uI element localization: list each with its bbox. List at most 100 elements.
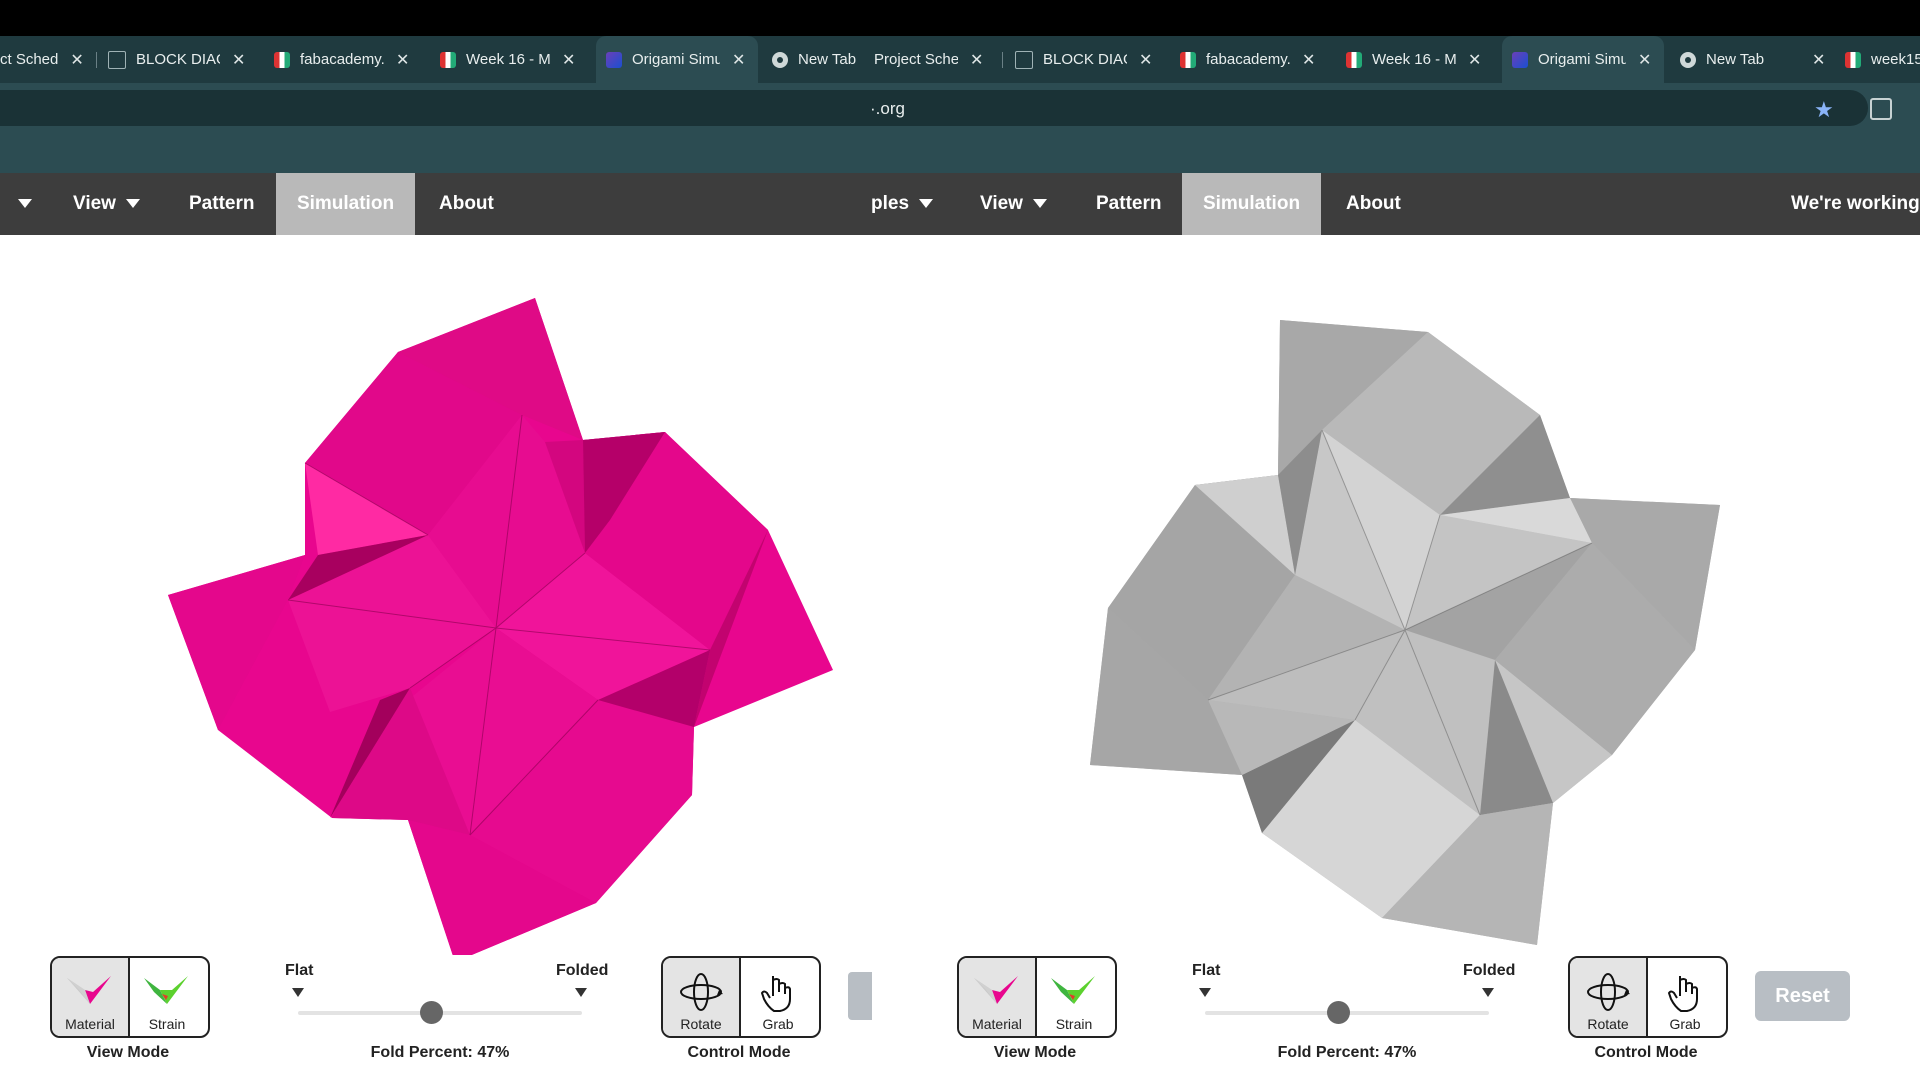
tab-block-diagram[interactable]: BLOCK DIAGI ✕: [1015, 36, 1155, 83]
flat-label[interactable]: Flat: [285, 962, 313, 980]
close-icon[interactable]: ✕: [70, 50, 83, 70]
menu-about[interactable]: About: [1346, 173, 1401, 235]
origami-viewport[interactable]: [0, 235, 1920, 955]
tab-week16[interactable]: Week 16 - Mi ✕: [440, 36, 582, 83]
tab-title: Project Schec: [874, 51, 958, 68]
material-icon: [67, 976, 111, 1004]
strain-button[interactable]: Strain: [128, 958, 204, 1036]
close-icon[interactable]: ✕: [1139, 50, 1152, 70]
tab-week16[interactable]: Week 16 - Mi ✕: [1346, 36, 1488, 83]
menu-label: View: [73, 193, 116, 214]
close-icon[interactable]: ✕: [562, 50, 575, 70]
menu-label: ples: [871, 193, 910, 214]
close-icon[interactable]: ✕: [732, 50, 745, 70]
menu-examples-dropdown[interactable]: [8, 173, 32, 235]
chrome-icon: [772, 51, 788, 68]
tab-block-diagram[interactable]: BLOCK DIAGI ✕: [108, 36, 250, 83]
menu-view[interactable]: View: [73, 173, 140, 235]
strain-icon: [144, 976, 188, 1004]
chrome-icon: [1680, 51, 1696, 68]
tab-new-tab[interactable]: New Tab ✕: [1680, 36, 1832, 83]
tab-project-schedule[interactable]: Project Schec ✕: [874, 36, 986, 83]
close-icon[interactable]: ✕: [1812, 50, 1825, 70]
view-mode-group: Material Strain: [957, 956, 1117, 1038]
tab-new-tab[interactable]: New Tab: [772, 36, 880, 83]
origami-model-pink[interactable]: [168, 298, 833, 955]
tab-title: ct Sched: [0, 51, 59, 68]
tab-title: New Tab: [1706, 51, 1765, 68]
folded-label[interactable]: Folded: [1463, 962, 1515, 980]
bookmark-star-icon[interactable]: ★: [1814, 97, 1834, 123]
grab-button[interactable]: Grab: [739, 958, 815, 1036]
menu-simulation[interactable]: Simulation: [1182, 173, 1321, 235]
bookmark-bar: [0, 129, 1920, 173]
grab-button[interactable]: Grab: [1646, 958, 1722, 1036]
rotate-button[interactable]: Rotate: [1570, 958, 1646, 1036]
fold-percent-text: Fold Percent: 47%: [1277, 1044, 1417, 1061]
menu-working-notice[interactable]: We're working: [1791, 173, 1920, 235]
rotate-label: Rotate: [680, 1016, 722, 1032]
folded-label[interactable]: Folded: [556, 962, 608, 980]
tab-origami-simulator[interactable]: Origami Simu ✕: [596, 36, 758, 83]
close-icon[interactable]: ✕: [970, 50, 983, 70]
reset-button-partial[interactable]: [848, 972, 872, 1020]
tab-title: Origami Simu: [1538, 51, 1626, 68]
fabacademy-icon: [274, 51, 290, 68]
view-mode-caption: View Mode: [993, 1044, 1077, 1061]
tab-title: fabacademy.c: [300, 51, 384, 68]
flat-arrow-icon[interactable]: [1199, 988, 1211, 997]
chevron-down-icon: [1032, 199, 1047, 209]
rotate-button[interactable]: Rotate: [663, 958, 739, 1036]
tab-fabacademy[interactable]: fabacademy.c ✕: [1180, 36, 1322, 83]
screen-top-bar: [0, 0, 1920, 36]
strain-icon: [1051, 976, 1095, 1004]
view-mode-group: Material Strain: [50, 956, 210, 1038]
tab-title: Week 16 - Mi: [1372, 51, 1456, 68]
origami-icon: [1512, 51, 1528, 68]
diagram-icon: [1015, 50, 1033, 69]
menu-label: View: [980, 193, 1023, 214]
hand-icon: [1667, 976, 1698, 1012]
extensions-icon[interactable]: [1870, 98, 1892, 120]
material-button[interactable]: Material: [959, 958, 1035, 1036]
fold-percent-text: Fold Percent: 47%: [370, 1044, 510, 1061]
close-icon[interactable]: ✕: [396, 50, 409, 70]
menu-about[interactable]: About: [439, 173, 494, 235]
close-icon[interactable]: ✕: [1302, 50, 1315, 70]
reset-button[interactable]: Reset: [1755, 971, 1850, 1021]
menu-pattern[interactable]: Pattern: [1096, 173, 1161, 235]
flat-label[interactable]: Flat: [1192, 962, 1220, 980]
tab-week15[interactable]: week15: [1845, 36, 1920, 83]
grab-label: Grab: [1669, 1016, 1701, 1032]
rotate-icon: [680, 973, 723, 1011]
tab-separator: [96, 52, 97, 68]
menu-examples[interactable]: ples: [871, 173, 934, 235]
close-icon[interactable]: ✕: [232, 50, 245, 70]
menu-view[interactable]: View: [980, 173, 1047, 235]
strain-button[interactable]: Strain: [1035, 958, 1111, 1036]
close-icon[interactable]: ✕: [1468, 50, 1481, 70]
fabacademy-icon: [1346, 51, 1362, 68]
fold-slider-handle[interactable]: [420, 1001, 444, 1024]
tab-title: Week 16 - Mi: [466, 51, 550, 68]
tab-fabacademy[interactable]: fabacademy.c ✕: [274, 36, 416, 83]
folded-arrow-icon[interactable]: [1482, 988, 1494, 997]
folded-arrow-icon[interactable]: [575, 988, 587, 997]
tab-title: fabacademy.c: [1206, 51, 1290, 68]
address-bar[interactable]: [0, 90, 1868, 126]
control-mode-group: Rotate Grab: [1568, 956, 1728, 1038]
fold-slider-handle[interactable]: [1327, 1001, 1351, 1024]
strain-label: Strain: [148, 1016, 186, 1032]
material-button[interactable]: Material: [52, 958, 128, 1036]
hand-icon: [760, 976, 791, 1012]
origami-model-gray[interactable]: [1090, 320, 1720, 945]
menu-simulation[interactable]: Simulation: [276, 173, 415, 235]
chevron-down-icon: [125, 199, 140, 209]
close-icon[interactable]: ✕: [1638, 50, 1651, 70]
tab-origami-simulator[interactable]: Origami Simu ✕: [1502, 36, 1664, 83]
menu-pattern[interactable]: Pattern: [189, 173, 254, 235]
chevron-down-icon: [919, 199, 934, 209]
tab-separator: [1002, 52, 1003, 68]
flat-arrow-icon[interactable]: [292, 988, 304, 997]
tab-project-schedule[interactable]: ct Sched ✕: [0, 36, 86, 83]
